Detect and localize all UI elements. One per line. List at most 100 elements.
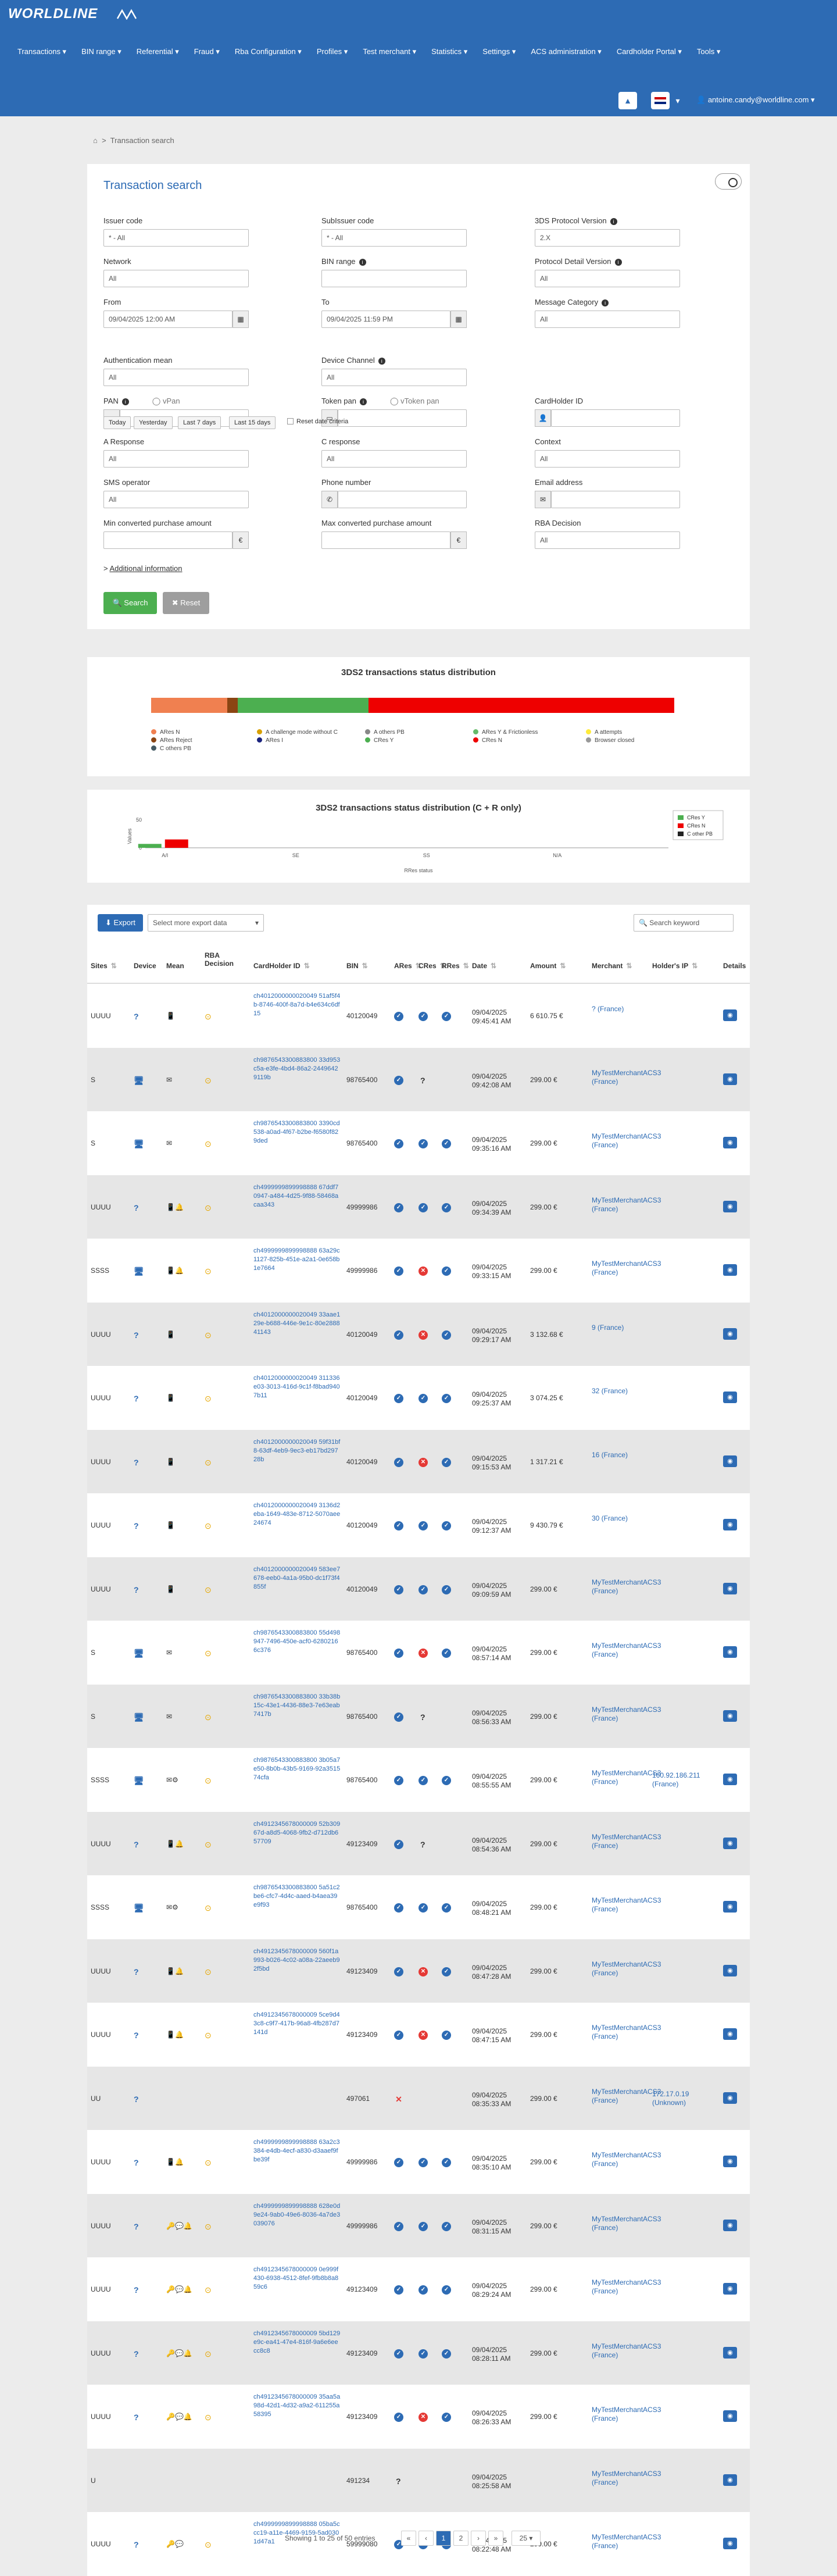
merchant-link[interactable]: MyTestMerchantACS3 (France) <box>592 2406 661 2423</box>
keyword-search-input[interactable]: 🔍 Search keyword <box>634 914 734 932</box>
legend-item[interactable]: A others PB <box>365 729 405 736</box>
merchant-link[interactable]: MyTestMerchantACS3 (France) <box>592 1833 661 1850</box>
cardholder-id-link[interactable]: ch9876543300883800 3b05a7e50-8b0b-43b5-9… <box>253 1756 341 1782</box>
page-size-select[interactable]: 25 ▾ <box>512 2531 541 2546</box>
column-header-amount[interactable]: Amount ⇅ <box>530 962 566 970</box>
home-icon[interactable]: ⌂ <box>93 136 98 145</box>
sort-icon[interactable]: ⇅ <box>491 962 496 970</box>
merchant-link[interactable]: MyTestMerchantACS3 (France) <box>592 2088 661 2105</box>
cardholder-id-link[interactable]: ch4912345678000009 0e999f430-6938-4512-8… <box>253 2265 341 2292</box>
input-bin_range[interactable] <box>321 270 467 287</box>
details-eye-icon[interactable]: ◉ <box>723 2538 737 2549</box>
merchant-link[interactable]: MyTestMerchantACS3 (France) <box>592 2470 661 2487</box>
table-row[interactable]: UU? 497061 ✕ 09/04/2025 08:35:33 AM 299.00 €… <box>87 2066 750 2130</box>
table-row[interactable]: UUUU? 🔑💬🔔 ⊙ ch4912345678000009 5bd129e9c-ea… <box>87 2321 750 2385</box>
cardholder-id-link[interactable]: ch4012000000020049 3136d2eba-1649-483e-8… <box>253 1501 341 1528</box>
details-eye-icon[interactable]: ◉ <box>723 1519 737 1530</box>
cardholder-id-link[interactable]: ch4912345678000009 5bd129e9c-ea41-47e4-8… <box>253 2329 341 2356</box>
table-row[interactable]: S 🖥 ✉ ⊙ ch9876543300883800 55d498947-7496-45… <box>87 1621 750 1685</box>
details-eye-icon[interactable]: ◉ <box>723 1200 737 1212</box>
column-header-date[interactable]: Date ⇅ <box>472 962 496 970</box>
legend-item[interactable]: ARes Y & Frictionless <box>473 729 538 736</box>
table-row[interactable]: UUUU? 📱🔔 ⊙ ch4912345678000009 52b30967d-a8d… <box>87 1811 750 1875</box>
details-eye-icon[interactable]: ◉ <box>723 1392 737 1403</box>
pagination-page-1[interactable]: 1 <box>436 2531 451 2546</box>
menu-item[interactable]: Referential <box>137 37 179 66</box>
toggle-vtoken_pan[interactable]: ◯ vToken pan <box>390 397 439 405</box>
menu-item[interactable]: Settings <box>482 37 516 66</box>
details-eye-icon[interactable]: ◉ <box>723 1646 737 1658</box>
details-eye-icon[interactable]: ◉ <box>723 2219 737 2231</box>
input-context[interactable]: All <box>535 450 680 468</box>
details-eye-icon[interactable]: ◉ <box>723 1582 737 1594</box>
input-to[interactable]: 09/04/2025 11:59 PM <box>321 311 450 328</box>
input-min_amount[interactable] <box>103 531 233 549</box>
details-eye-icon[interactable]: ◉ <box>723 1837 737 1849</box>
merchant-link[interactable]: MyTestMerchantACS3 (France) <box>592 2278 661 2296</box>
merchant-link[interactable]: 16 (France) <box>592 1451 646 1460</box>
table-row[interactable]: UUUU? 📱🔔 ⊙ ch4999999899998888 63a2c3384-e4d… <box>87 2130 750 2194</box>
input-from[interactable]: 09/04/2025 12:00 AM <box>103 311 233 328</box>
sort-icon[interactable]: ⇅ <box>111 962 117 970</box>
legend-item[interactable]: A challenge mode without C <box>257 729 338 736</box>
menu-item[interactable]: Tools <box>697 37 721 66</box>
legend-item[interactable]: CRes N <box>473 737 502 744</box>
input-c_response[interactable]: All <box>321 450 467 468</box>
cardholder-id-link[interactable]: ch4999999899998888 05ba5ccc19-a11e-4469-… <box>253 2520 341 2546</box>
flag-dropdown-icon[interactable]: ▾ <box>673 92 682 109</box>
input-auth_mean[interactable]: All <box>103 369 249 386</box>
table-row[interactable]: UUUU? 📱 ⊙ ch4012000000020049 3136d2eba-1649… <box>87 1493 750 1557</box>
table-row[interactable]: UUUU? 📱 ⊙ ch4012000000020049 33aae129e-b688… <box>87 1302 750 1366</box>
details-eye-icon[interactable]: ◉ <box>723 1964 737 1976</box>
details-eye-icon[interactable]: ◉ <box>723 1710 737 1722</box>
input-cardholder_id[interactable] <box>551 409 680 427</box>
table-row[interactable]: SSSS 🖥 📱🔔 ⊙ ch4999999899998888 63a29c1127-82… <box>87 1239 750 1303</box>
merchant-link[interactable]: MyTestMerchantACS3 (France) <box>592 1769 661 1786</box>
pagination-page-2[interactable]: 2 <box>453 2531 468 2546</box>
legend-item[interactable]: C others PB <box>151 745 191 752</box>
legend-item[interactable]: A attempts <box>586 729 622 736</box>
sort-icon[interactable]: ⇅ <box>362 962 368 970</box>
quick-date-1[interactable]: Yesterday <box>134 416 173 429</box>
merchant-link[interactable]: MyTestMerchantACS3 (France) <box>592 1642 661 1659</box>
language-flag-icon[interactable] <box>651 92 670 109</box>
table-row[interactable]: UUUU? 📱🔔 ⊙ ch4912345678000009 560f1a993-b02… <box>87 1939 750 2003</box>
merchant-link[interactable]: MyTestMerchantACS3 (France) <box>592 1132 661 1150</box>
cardholder-id-link[interactable]: ch4012000000020049 51af5f4b-8746-400f-8a… <box>253 992 341 1018</box>
cardholder-id-link[interactable]: ch4012000000020049 59f31bf8-63df-4eb9-9e… <box>253 1438 341 1464</box>
cardholder-id-link[interactable]: ch4912345678000009 560f1a993-b026-4c02-a… <box>253 1947 341 1974</box>
cardholder-id-link[interactable]: ch9876543300883800 55d498947-7496-450e-a… <box>253 1629 341 1655</box>
quick-date-3[interactable]: Last 15 days <box>229 416 276 429</box>
input-protocol_detail[interactable]: All <box>535 270 680 287</box>
merchant-link[interactable]: 32 (France) <box>592 1387 646 1396</box>
menu-item[interactable]: Cardholder Portal <box>617 37 682 66</box>
search-toggle[interactable] <box>715 173 742 190</box>
merchant-link[interactable]: MyTestMerchantACS3 (France) <box>592 1196 661 1214</box>
menu-item[interactable]: BIN range <box>81 37 121 66</box>
column-header-mean[interactable]: Mean <box>166 962 184 970</box>
cardholder-id-link[interactable]: ch4999999899998888 67ddf70947-a484-4d25-… <box>253 1183 341 1209</box>
cardholder-id-link[interactable]: ch4999999899998888 628e0d9e24-9ab0-49e6-… <box>253 2202 341 2228</box>
table-row[interactable]: UUUU? 📱 ⊙ ch4012000000020049 583ee7678-eeb0… <box>87 1557 750 1621</box>
merchant-link[interactable]: MyTestMerchantACS3 (France) <box>592 1896 661 1914</box>
table-row[interactable]: UUUU? 🔑💬🔔 ⊙ ch4999999899998888 628e0d9e24-9… <box>87 2193 750 2257</box>
cardholder-id-link[interactable]: ch9876543300883800 33d953c5a-e3fe-4bd4-8… <box>253 1056 341 1082</box>
sort-icon[interactable]: ⇅ <box>692 962 698 970</box>
calendar-icon[interactable]: ▦ <box>233 311 249 328</box>
details-eye-icon[interactable]: ◉ <box>723 1137 737 1148</box>
details-eye-icon[interactable]: ◉ <box>723 1774 737 1785</box>
column-header-ip[interactable]: Holder's IP ⇅ <box>652 962 698 970</box>
menu-item[interactable]: Fraud <box>194 37 220 66</box>
merchant-link[interactable]: MyTestMerchantACS3 (France) <box>592 2151 661 2168</box>
legend-item[interactable]: Browser closed <box>586 737 634 744</box>
table-row[interactable]: U 491234? 09/04/2025 08:25:58 AM MyTestMerc… <box>87 2448 750 2512</box>
cardholder-id-link[interactable]: ch4999999899998888 63a29c1127-825b-451e-… <box>253 1247 341 1273</box>
details-eye-icon[interactable]: ◉ <box>723 1901 737 1913</box>
quick-date-2[interactable]: Last 7 days <box>178 416 221 429</box>
pagination-last[interactable]: » <box>488 2531 503 2546</box>
input-phone_number[interactable] <box>338 491 467 508</box>
quick-date-0[interactable]: Today <box>103 416 131 429</box>
menu-item[interactable]: Transactions <box>17 37 66 66</box>
column-header-ares[interactable]: ARes ⇅ <box>394 962 421 970</box>
details-eye-icon[interactable]: ◉ <box>723 1328 737 1340</box>
